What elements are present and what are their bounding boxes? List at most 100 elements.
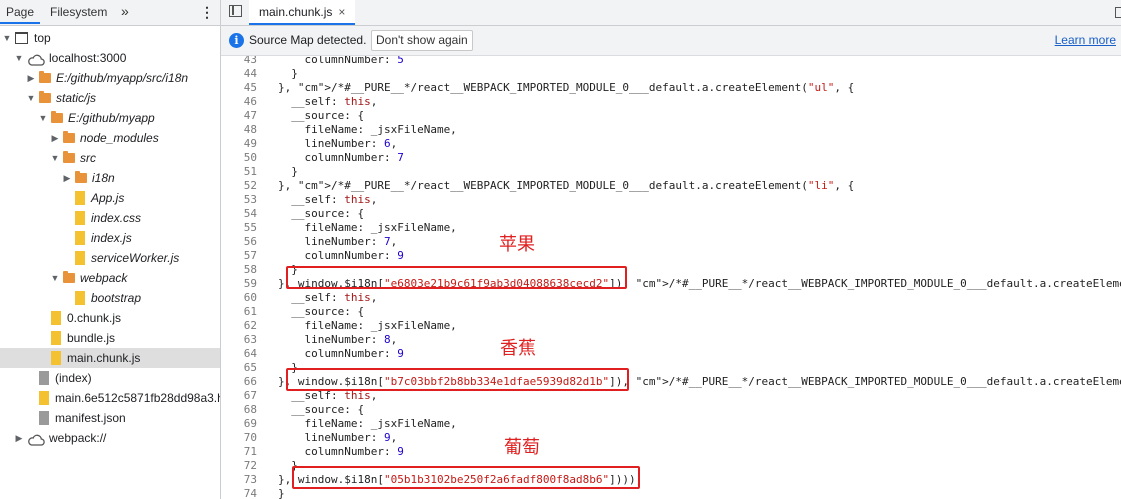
tree-item[interactable]: ▼ top bbox=[0, 28, 220, 48]
code-text: fileName: _jsxFileName, bbox=[278, 123, 457, 136]
line-number[interactable]: 52 bbox=[221, 179, 257, 193]
tree-item[interactable]: 0.chunk.js bbox=[0, 308, 220, 328]
code-text: fileName: _jsxFileName, bbox=[278, 221, 457, 234]
collapsed-arrow-icon[interactable]: ▶ bbox=[50, 128, 60, 148]
tree-item-label: 0.chunk.js bbox=[67, 311, 122, 325]
line-number[interactable]: 60 bbox=[221, 291, 257, 305]
code-line: 49 lineNumber: 6, bbox=[221, 137, 1121, 151]
line-number[interactable]: 72 bbox=[221, 459, 257, 473]
tree-item-label: top bbox=[34, 31, 51, 45]
tab-page[interactable]: Page bbox=[6, 0, 34, 24]
line-number[interactable]: 70 bbox=[221, 431, 257, 445]
annotation-banana: 香蕉 bbox=[500, 338, 536, 359]
line-number[interactable]: 69 bbox=[221, 417, 257, 431]
collapsed-arrow-icon[interactable]: ▶ bbox=[14, 428, 24, 448]
line-number[interactable]: 53 bbox=[221, 193, 257, 207]
line-number[interactable]: 73 bbox=[221, 473, 257, 487]
code-editor[interactable]: 43 columnNumber: 5 44 } 45}, "cm">/*#__PUR… bbox=[221, 56, 1121, 499]
tree-item[interactable]: App.js bbox=[0, 188, 220, 208]
code-text: fileName: _jsxFileName, bbox=[278, 319, 457, 332]
line-number[interactable]: 55 bbox=[221, 221, 257, 235]
line-number[interactable]: 58 bbox=[221, 263, 257, 277]
code-text: columnNumber: 9 bbox=[278, 249, 404, 262]
highlight-box-banana bbox=[286, 368, 629, 391]
source-map-infobar: i Source Map detected. Don't show again … bbox=[221, 26, 1121, 56]
tree-item[interactable]: bundle.js bbox=[0, 328, 220, 348]
expanded-arrow-icon[interactable]: ▼ bbox=[26, 88, 36, 108]
file-icon bbox=[51, 351, 61, 365]
tree-item-label: manifest.json bbox=[55, 411, 126, 425]
expanded-arrow-icon[interactable]: ▼ bbox=[2, 28, 12, 48]
line-number[interactable]: 63 bbox=[221, 333, 257, 347]
line-number[interactable]: 74 bbox=[221, 487, 257, 499]
line-number[interactable]: 46 bbox=[221, 95, 257, 109]
tree-item[interactable]: index.js bbox=[0, 228, 220, 248]
tree-item-label: localhost:3000 bbox=[49, 51, 127, 65]
dont-show-again-button[interactable]: Don't show again bbox=[371, 30, 473, 51]
line-number[interactable]: 56 bbox=[221, 235, 257, 249]
line-number[interactable]: 59 bbox=[221, 277, 257, 291]
line-number[interactable]: 67 bbox=[221, 389, 257, 403]
line-number[interactable]: 47 bbox=[221, 109, 257, 123]
tree-item-label: bundle.js bbox=[67, 331, 116, 345]
collapsed-arrow-icon[interactable]: ▶ bbox=[26, 68, 36, 88]
tree-item[interactable]: ▶ webpack:// bbox=[0, 428, 220, 448]
expanded-arrow-icon[interactable]: ▼ bbox=[38, 108, 48, 128]
tree-item[interactable]: (index) bbox=[0, 368, 220, 388]
tree-item[interactable]: index.css bbox=[0, 208, 220, 228]
code-line: 60 __self: this, bbox=[221, 291, 1121, 305]
tree-item[interactable]: manifest.json bbox=[0, 408, 220, 428]
expanded-arrow-icon[interactable]: ▼ bbox=[50, 148, 60, 168]
tree-item[interactable]: ▼ localhost:3000 bbox=[0, 48, 220, 68]
line-number[interactable]: 71 bbox=[221, 445, 257, 459]
line-number[interactable]: 48 bbox=[221, 123, 257, 137]
line-number[interactable]: 44 bbox=[221, 67, 257, 81]
tree-item[interactable]: ▶ E:/github/myapp/src/i18n bbox=[0, 68, 220, 88]
info-icon: i bbox=[229, 33, 244, 48]
close-icon[interactable]: × bbox=[338, 5, 345, 19]
line-number[interactable]: 50 bbox=[221, 151, 257, 165]
tree-item-label: webpack:// bbox=[49, 431, 107, 445]
tree-item[interactable]: ▶ node_modules bbox=[0, 128, 220, 148]
line-number[interactable]: 43 bbox=[221, 56, 257, 67]
line-number[interactable]: 65 bbox=[221, 361, 257, 375]
tab-filesystem[interactable]: Filesystem bbox=[50, 0, 107, 24]
tree-item[interactable]: ▼ webpack bbox=[0, 268, 220, 288]
code-line: 61 __source: { bbox=[221, 305, 1121, 319]
learn-more-link[interactable]: Learn more bbox=[1055, 26, 1116, 55]
line-number[interactable]: 51 bbox=[221, 165, 257, 179]
tree-item[interactable]: serviceWorker.js bbox=[0, 248, 220, 268]
highlight-box-apple bbox=[286, 266, 627, 289]
tree-item[interactable]: main.chunk.js bbox=[0, 348, 220, 368]
tree-item[interactable]: ▼ static/js bbox=[0, 88, 220, 108]
toggle-navigator-icon[interactable] bbox=[229, 5, 242, 17]
tab-main-chunk-js[interactable]: main.chunk.js × bbox=[249, 0, 356, 25]
tree-item[interactable]: ▼ src bbox=[0, 148, 220, 168]
line-number[interactable]: 66 bbox=[221, 375, 257, 389]
line-number[interactable]: 64 bbox=[221, 347, 257, 361]
line-number[interactable]: 45 bbox=[221, 81, 257, 95]
code-text: } bbox=[278, 487, 285, 499]
line-number[interactable]: 61 bbox=[221, 305, 257, 319]
line-number[interactable]: 62 bbox=[221, 319, 257, 333]
tree-item[interactable]: ▼ E:/github/myapp bbox=[0, 108, 220, 128]
navigator-panel: Page Filesystem » ⋮ ▼ top ▼ localhost:3000 ▶… bbox=[0, 0, 221, 499]
tab-page-underline bbox=[0, 22, 40, 24]
tree-item[interactable]: ▶ i18n bbox=[0, 168, 220, 188]
line-number[interactable]: 49 bbox=[221, 137, 257, 151]
expanded-arrow-icon[interactable]: ▼ bbox=[14, 48, 24, 68]
line-number[interactable]: 57 bbox=[221, 249, 257, 263]
tree-item[interactable]: bootstrap bbox=[0, 288, 220, 308]
line-number[interactable]: 68 bbox=[221, 403, 257, 417]
tree-item[interactable]: main.6e512c5871fb28dd98a3.h bbox=[0, 388, 220, 408]
more-tabs-icon[interactable]: » bbox=[121, 0, 129, 23]
line-number[interactable]: 54 bbox=[221, 207, 257, 221]
tree-item-label: E:/github/myapp bbox=[68, 111, 155, 125]
expanded-arrow-icon[interactable]: ▼ bbox=[50, 268, 60, 288]
tree-item-label: main.6e512c5871fb28dd98a3.h bbox=[55, 391, 220, 405]
code-text: columnNumber: 7 bbox=[278, 151, 404, 164]
collapsed-arrow-icon[interactable]: ▶ bbox=[62, 168, 72, 188]
cloud-icon bbox=[27, 52, 45, 66]
toggle-debugger-icon[interactable] bbox=[1115, 7, 1121, 18]
more-options-icon[interactable]: ⋮ bbox=[200, 0, 214, 24]
